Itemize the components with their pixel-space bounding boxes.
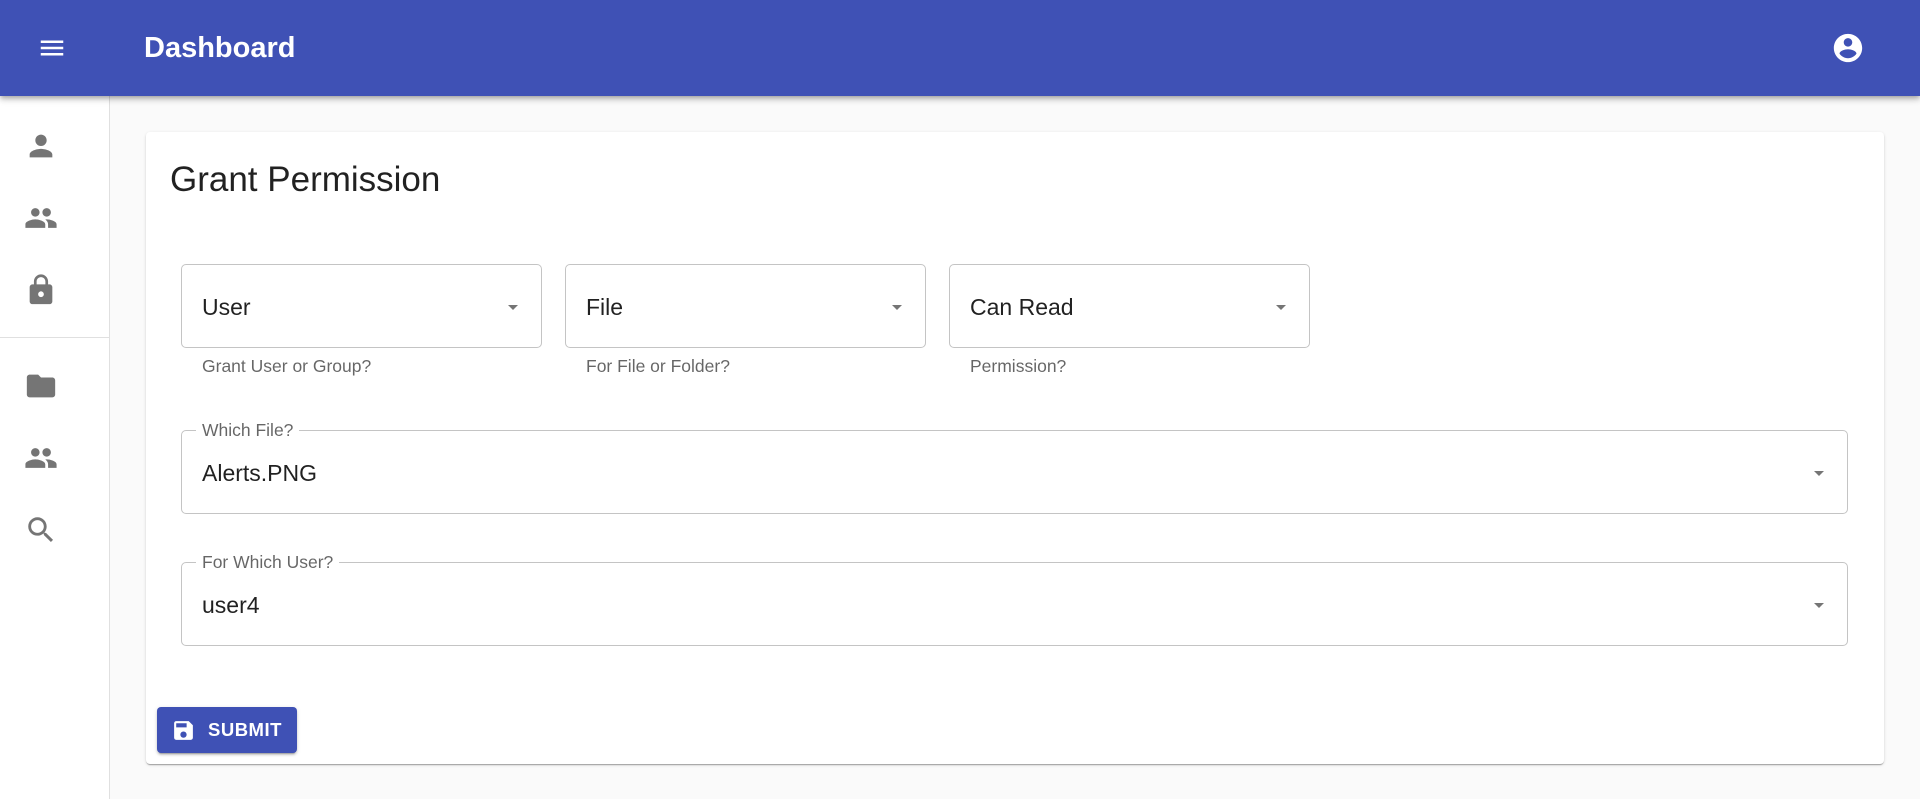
menu-button[interactable] <box>30 26 74 70</box>
grantee-type-helper: Grant User or Group? <box>202 356 372 376</box>
which-file-select[interactable]: Which File? Alerts.PNG <box>181 419 1848 514</box>
account-circle-icon <box>1833 33 1863 63</box>
which-file-value: Alerts.PNG <box>202 460 318 486</box>
folder-icon <box>26 374 56 398</box>
search-icon <box>28 517 54 543</box>
grantee-type-select[interactable]: User <box>181 264 542 348</box>
app-bar: Dashboard <box>0 0 1920 96</box>
sidebar-item-files[interactable] <box>0 354 109 418</box>
permission-helper: Permission? <box>970 356 1067 376</box>
arrow-drop-down-icon <box>1814 603 1824 608</box>
permission-value: Can Read <box>970 294 1074 320</box>
sidebar-item-groups[interactable] <box>0 186 109 250</box>
page-title: Grant Permission <box>170 160 441 199</box>
sidebar-divider <box>0 337 109 338</box>
target-type-value: File <box>586 294 624 320</box>
submit-label: SUBMIT <box>208 719 282 740</box>
menu-icon <box>40 40 64 56</box>
which-user-value: user4 <box>202 592 260 618</box>
sidebar-item-shared[interactable] <box>0 426 109 490</box>
sidebar-item-user[interactable] <box>0 114 109 178</box>
group-icon <box>25 208 57 228</box>
target-type-helper: For File or Folder? <box>586 356 730 376</box>
save-icon <box>174 720 193 740</box>
grant-permission-card: Grant Permission User Grant User or Grou… <box>146 132 1884 764</box>
account-button[interactable] <box>1826 26 1870 70</box>
sidebar-item-search[interactable] <box>0 498 109 562</box>
sidebar <box>0 96 110 799</box>
arrow-drop-down-icon <box>892 305 902 310</box>
lock-icon <box>29 274 53 305</box>
which-user-select[interactable]: For Which User? user4 <box>181 551 1848 646</box>
arrow-drop-down-icon <box>508 305 518 310</box>
grantee-type-value: User <box>202 294 251 320</box>
permission-select[interactable]: Can Read <box>949 264 1310 348</box>
target-type-select[interactable]: File <box>565 264 926 348</box>
person-icon <box>29 134 53 158</box>
submit-button[interactable]: SUBMIT <box>157 707 297 753</box>
arrow-drop-down-icon <box>1276 305 1286 310</box>
app-title: Dashboard <box>144 32 296 64</box>
arrow-drop-down-icon <box>1814 471 1824 476</box>
sidebar-item-permissions[interactable] <box>0 258 109 322</box>
group-icon <box>25 448 57 468</box>
